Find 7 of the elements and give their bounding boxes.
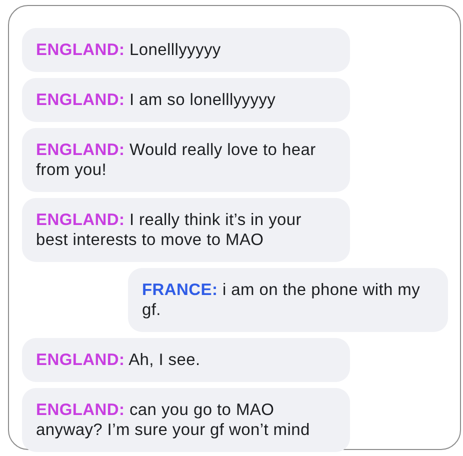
message-text: ENGLAND: Would really love to hear from you! (36, 141, 316, 179)
message-text: ENGLAND: I am so lonelllyyyyy (36, 91, 276, 109)
message-text: FRANCE: i am on the phone with my gf. (142, 281, 420, 319)
message-text: ENGLAND: Lonelllyyyyy (36, 41, 221, 59)
message-text: ENGLAND: can you go to MAO anyway? I’m sure your gf won’t mind (36, 401, 310, 439)
message-text: ENGLAND: I really think it’s in your best interests to move to MAO (36, 211, 302, 249)
message-text: ENGLAND: Ah, I see. (36, 351, 200, 369)
